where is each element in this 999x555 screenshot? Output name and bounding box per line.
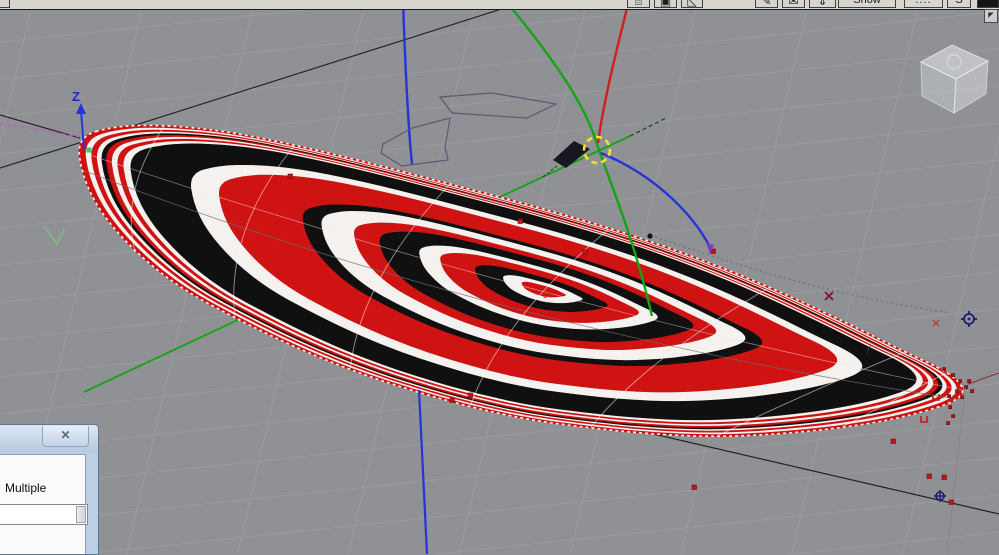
- toolbar-collapse-handle[interactable]: ◤: [984, 9, 998, 23]
- target-marker-dot: [968, 318, 971, 321]
- dialog-close-button[interactable]: ✕: [42, 426, 89, 447]
- import-icon: ⇓: [817, 0, 827, 8]
- tip-control-point-8: [971, 390, 974, 393]
- tip-control-point-5: [948, 395, 951, 398]
- dialog-client-area: Multiple: [0, 454, 86, 554]
- show-button[interactable]: Show: [838, 0, 896, 8]
- tip-control-point-7: [968, 380, 971, 383]
- ruler-button[interactable]: ....: [904, 0, 943, 8]
- command-dialog: ✕ Multiple: [0, 424, 99, 555]
- control-point-7: [942, 475, 947, 480]
- control-point-2: [583, 250, 588, 255]
- mail-button[interactable]: ✉: [782, 0, 805, 8]
- selected-point-green: [87, 148, 92, 153]
- save-button[interactable]: ▣: [654, 0, 677, 8]
- point-label-l4: L4: [543, 291, 552, 300]
- history-f-glyph: ƒ: [866, 345, 871, 356]
- multiple-label: Multiple: [5, 481, 46, 495]
- control-point-9: [450, 398, 455, 403]
- projector-button[interactable]: ⌸: [627, 0, 650, 8]
- tip-control-point-2: [959, 380, 962, 383]
- rhino-viewport-window: { "toolbar": { "show_label": "Show", "s_…: [0, 0, 999, 554]
- z-axis-label: Z: [72, 89, 80, 104]
- s-button[interactable]: S: [947, 0, 971, 8]
- control-point-8: [949, 500, 954, 505]
- import-button[interactable]: ⇓: [809, 0, 836, 8]
- s-button-label: S: [955, 0, 962, 6]
- input-spinner[interactable]: [76, 506, 86, 523]
- pencil-button[interactable]: ✎: [755, 0, 778, 8]
- show-button-label: Show: [853, 0, 881, 6]
- control-point-4: [692, 485, 697, 490]
- tip-control-point-9: [949, 406, 952, 409]
- save-icon: ▣: [660, 0, 671, 8]
- toolbar-button-edge[interactable]: [0, 0, 10, 8]
- active-tool-button[interactable]: [977, 0, 999, 8]
- tip-control-point-3: [965, 386, 968, 389]
- control-point-0: [288, 174, 293, 179]
- tip-control-point-1: [952, 374, 955, 377]
- close-icon: ✕: [60, 428, 70, 442]
- tip-control-point-11: [947, 422, 950, 425]
- control-point-10: [468, 393, 473, 398]
- curve-point-dot: [647, 233, 652, 238]
- zoom-button[interactable]: ◺: [681, 0, 703, 8]
- perspective-viewport[interactable]: Zƒ L4: [0, 0, 999, 554]
- pencil-icon: ✎: [761, 0, 771, 8]
- collapse-arrow-icon: ◤: [988, 12, 993, 19]
- dialog-text-input[interactable]: [0, 506, 77, 524]
- tip-control-point-6: [961, 396, 964, 399]
- dialog-input-wrap: [0, 504, 88, 525]
- tip-control-point-0: [943, 368, 946, 371]
- control-point-6: [927, 474, 932, 479]
- tip-control-point-10: [952, 415, 955, 418]
- tip-control-point-4: [956, 390, 959, 393]
- dialog-titlebar[interactable]: ✕: [0, 425, 98, 452]
- control-point-5: [891, 439, 896, 444]
- ruler-button-glyph: ....: [915, 0, 931, 6]
- mail-icon: ✉: [788, 0, 798, 8]
- zoom-icon: ◺: [687, 0, 696, 8]
- top-toolbar: Show .... S ⌸ ▣ ◺ ✎ ✉ ⇓: [0, 0, 999, 10]
- control-point-1: [518, 219, 523, 224]
- projector-icon: ⌸: [635, 0, 642, 8]
